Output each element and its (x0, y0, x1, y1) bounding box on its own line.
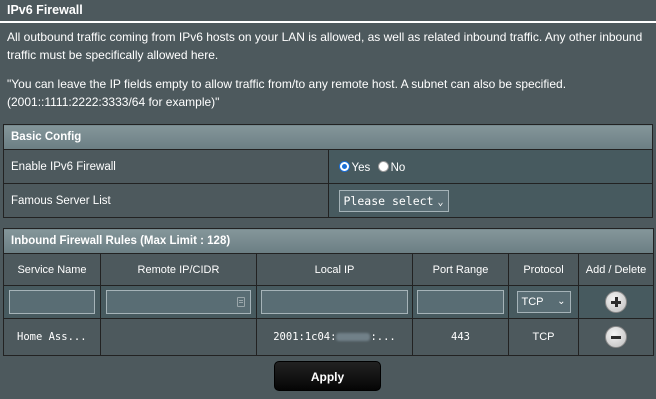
enable-firewall-label: Enable IPv6 Firewall (3, 149, 329, 184)
col-add-delete: Add / Delete (577, 253, 655, 286)
clipboard-icon (237, 297, 245, 307)
rule-protocol: TCP (508, 318, 579, 356)
enable-yes-label[interactable]: Yes (352, 162, 371, 174)
page-title: IPv6 Firewall (7, 3, 83, 17)
col-remote-ip: Remote IP/CIDR (100, 253, 257, 286)
col-local-ip: Local IP (256, 253, 413, 286)
service-name-input[interactable] (9, 290, 95, 314)
enable-no-radio[interactable] (377, 160, 389, 172)
basic-config-header: Basic Config (3, 124, 653, 150)
rule-local-ip-prefix: 2001:1c04: (273, 331, 337, 343)
table-row: Home Ass... 2001:1c04::... 443 TCP (3, 318, 655, 356)
chevron-down-icon: ⌄ (557, 296, 566, 307)
apply-button[interactable]: Apply (274, 361, 381, 391)
local-ip-input[interactable] (261, 290, 408, 314)
famous-server-field: Please select ⌄ (327, 183, 653, 218)
inbound-rules-header: Inbound Firewall Rules (Max Limit : 128) (2, 228, 655, 254)
col-port-range: Port Range (412, 253, 509, 286)
enable-yes-radio[interactable] (338, 160, 350, 172)
port-range-input[interactable] (417, 290, 504, 314)
rule-remote-ip (100, 318, 257, 356)
col-service-name: Service Name (3, 253, 101, 286)
inbound-rules-table: Inbound Firewall Rules (Max Limit : 128)… (2, 228, 655, 356)
enable-no-label[interactable]: No (391, 162, 406, 174)
protocol-select-value: TCP (521, 296, 544, 308)
famous-server-value: Please select (343, 193, 434, 208)
rule-port-range: 443 (412, 318, 509, 356)
remote-ip-input[interactable] (106, 290, 251, 314)
protocol-select[interactable]: TCP ⌄ (516, 291, 571, 313)
col-protocol: Protocol (508, 253, 579, 286)
title-divider (0, 21, 656, 23)
rule-local-ip: 2001:1c04::... (256, 318, 413, 356)
rule-service-name: Home Ass... (3, 318, 101, 356)
famous-server-select[interactable]: Please select ⌄ (338, 189, 449, 212)
description-text: All outbound traffic coming from IPv6 ho… (7, 30, 643, 62)
redacted-segment (336, 333, 371, 341)
delete-rule-button[interactable] (605, 326, 627, 348)
new-rule-row: TCP ⌄ (3, 285, 655, 319)
add-rule-button[interactable] (605, 291, 627, 313)
chevron-down-icon: ⌄ (437, 196, 444, 208)
minus-circle-icon (611, 336, 621, 339)
note-text: "You can leave the IP fields empty to al… (7, 77, 567, 109)
basic-config-table: Basic Config Enable IPv6 Firewall Yes No… (3, 124, 653, 218)
famous-server-label: Famous Server List (3, 183, 329, 218)
enable-firewall-field: Yes No (327, 149, 653, 184)
rule-local-ip-suffix: :... (370, 331, 396, 343)
